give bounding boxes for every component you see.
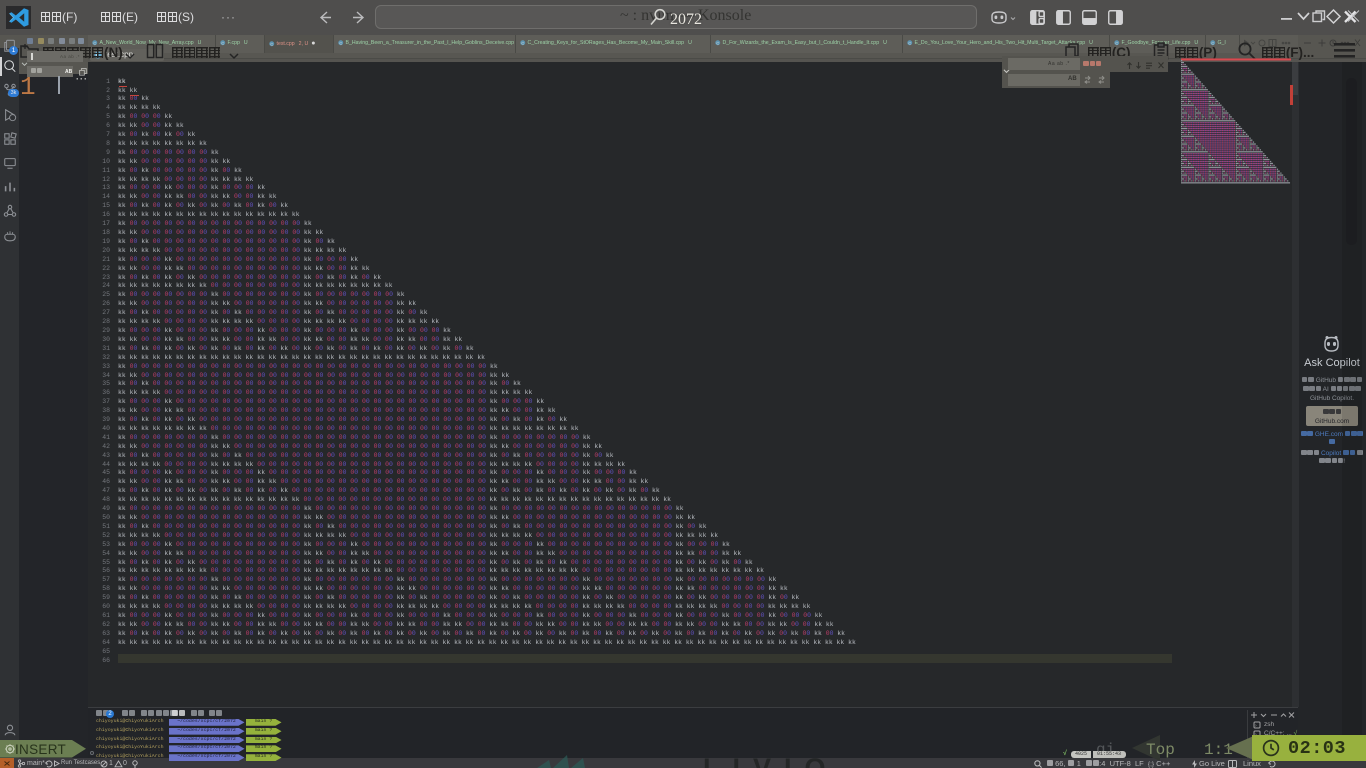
svg-text:C: C: [339, 40, 342, 45]
svg-text:C: C: [908, 40, 911, 45]
svg-text:C: C: [521, 40, 524, 45]
svg-text:C: C: [221, 40, 224, 45]
svg-text:C: C: [270, 41, 273, 46]
svg-text:C: C: [716, 40, 719, 45]
